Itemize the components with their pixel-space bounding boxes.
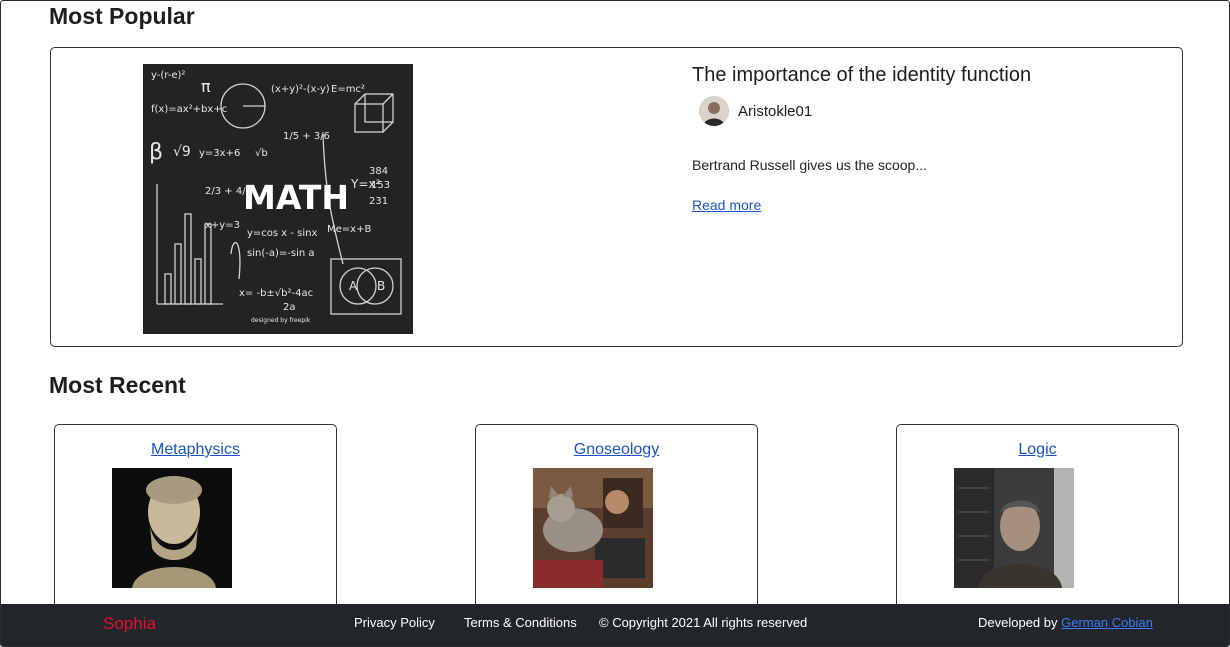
copyright-text: © Copyright 2021 All rights reserved: [599, 615, 808, 630]
svg-text:β: β: [149, 140, 163, 165]
svg-text:f(x)=ax²+bx+c: f(x)=ax²+bx+c: [151, 104, 227, 115]
svg-text:B: B: [377, 279, 385, 293]
recent-article-card: Gnoseology: [475, 424, 758, 624]
cat-and-man-image: [533, 468, 653, 588]
svg-text:x= -b±√b²-4ac: x= -b±√b²-4ac: [239, 288, 313, 299]
most-popular-heading: Most Popular: [49, 3, 195, 29]
svg-text:1/5 + 3/6: 1/5 + 3/6: [283, 131, 330, 142]
svg-text:2a: 2a: [283, 302, 296, 313]
most-recent-heading: Most Recent: [49, 372, 186, 398]
svg-text:x+y=3: x+y=3: [205, 220, 240, 231]
terms-conditions-link[interactable]: Terms & Conditions: [464, 615, 577, 630]
recent-article-title-metaphysics[interactable]: Metaphysics: [55, 441, 336, 459]
aristotle-bust-image: [112, 468, 232, 588]
svg-text:y=3x+6: y=3x+6: [199, 148, 240, 159]
author-info: Aristokle01: [699, 96, 812, 126]
svg-text:Y=x²: Y=x²: [350, 177, 380, 191]
footer-brand[interactable]: Sophia: [103, 614, 156, 634]
author-name: Aristokle01: [738, 102, 813, 120]
svg-text:designed by freepik: designed by freepik: [251, 317, 311, 324]
site-footer: Sophia Privacy Policy Terms & Conditions…: [1, 604, 1229, 646]
math-chalkboard-image: y-(r-e)² f(x)=ax²+bx+c π (x+y)²-(x-y) E=mc…: [143, 64, 413, 334]
svg-text:Me=x+B: Me=x+B: [327, 224, 371, 235]
read-more-link[interactable]: Read more: [692, 197, 761, 213]
featured-article-excerpt: Bertrand Russell gives us the scoop...: [692, 157, 928, 173]
man-portrait-image: [954, 468, 1074, 588]
svg-text:E=mc²: E=mc²: [331, 84, 365, 95]
developer-link[interactable]: German Cobian: [1061, 615, 1153, 630]
svg-text:π: π: [201, 77, 211, 96]
developer-credit: Developed by German Cobian: [978, 615, 1153, 630]
recent-article-title-gnoseology[interactable]: Gnoseology: [476, 441, 757, 459]
svg-text:231: 231: [369, 196, 388, 207]
svg-text:y-(r-e)²: y-(r-e)²: [151, 70, 185, 81]
recent-article-card: Logic: [896, 424, 1179, 624]
svg-text:A: A: [349, 279, 358, 293]
avatar: [699, 96, 729, 126]
page-frame: Most Popular y-(r-e)² f(x)=ax²+bx+c π (x…: [0, 0, 1230, 647]
featured-article-title[interactable]: The importance of the identity function: [692, 64, 1031, 87]
privacy-policy-link[interactable]: Privacy Policy: [354, 615, 435, 630]
featured-article-card: y-(r-e)² f(x)=ax²+bx+c π (x+y)²-(x-y) E=mc…: [50, 47, 1183, 347]
recent-article-card: Metaphysics: [54, 424, 337, 624]
svg-text:√b: √b: [255, 148, 268, 159]
recent-article-title-logic[interactable]: Logic: [897, 441, 1178, 459]
svg-text:(x+y)²-(x-y): (x+y)²-(x-y): [271, 84, 330, 95]
svg-text:y=cos x - sinx: y=cos x - sinx: [247, 228, 318, 239]
svg-text:MATH: MATH: [243, 178, 349, 217]
svg-text:√9: √9: [173, 144, 191, 160]
svg-text:384: 384: [369, 166, 388, 177]
developed-by-label: Developed by: [978, 615, 1058, 630]
svg-text:sin(-a)=-sin a: sin(-a)=-sin a: [247, 248, 315, 259]
